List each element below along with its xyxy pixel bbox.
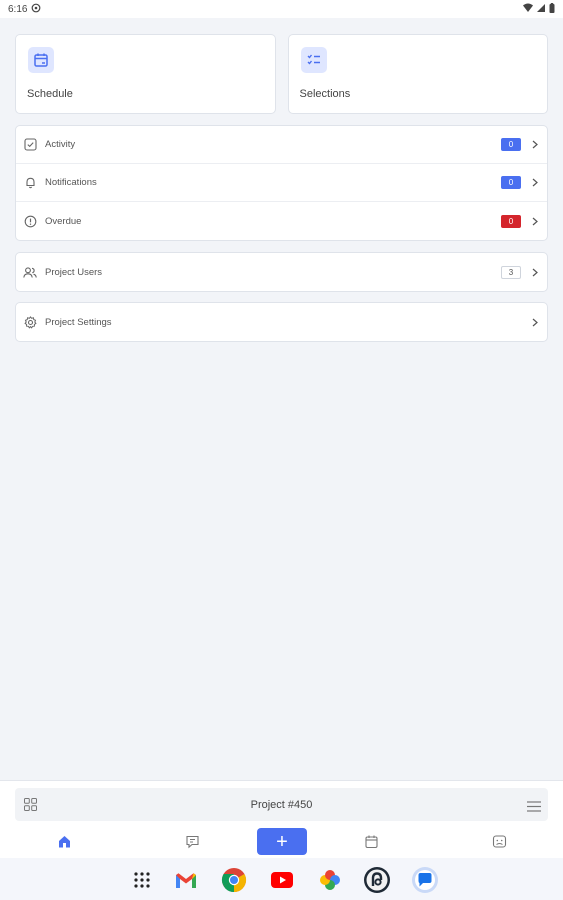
chevron-right-icon	[531, 216, 539, 226]
overdue-count-badge: 0	[501, 214, 521, 228]
activity-label: Activity	[45, 139, 76, 150]
list-item-notifications[interactable]: Notifications 0	[16, 164, 547, 202]
main-content: Schedule Selections Activity 0 Notificat…	[0, 18, 563, 780]
schedule-label: Schedule	[27, 88, 73, 100]
project-users-label: Project Users	[45, 266, 103, 278]
face-icon[interactable]	[490, 832, 508, 850]
battery-icon	[549, 2, 555, 16]
threads-icon[interactable]	[363, 866, 391, 894]
chrome-icon[interactable]	[220, 866, 248, 894]
calendar-icon[interactable]	[362, 832, 380, 850]
chevron-right-icon	[531, 267, 539, 277]
status-time: 6:16	[8, 3, 28, 15]
activity-count-badge: 0	[501, 138, 521, 151]
quick-tiles: Schedule Selections	[15, 34, 548, 114]
menu-icon[interactable]	[527, 799, 541, 817]
chevron-right-icon	[531, 317, 539, 327]
gear-icon	[23, 315, 37, 329]
notifications-label: Notifications	[45, 177, 97, 188]
checklist-icon	[300, 47, 327, 73]
chat-icon[interactable]	[183, 832, 201, 850]
selections-label: Selections	[299, 88, 351, 100]
youtube-icon[interactable]	[268, 866, 296, 894]
bell-icon	[23, 176, 37, 190]
list-item-activity[interactable]: Activity 0	[16, 126, 547, 164]
chevron-right-icon	[531, 140, 539, 150]
project-title: Project #450	[250, 798, 313, 811]
notifications-count-badge: 0	[501, 176, 521, 189]
project-bar[interactable]: Project #450	[15, 788, 548, 821]
app-drawer-icon[interactable]	[128, 866, 156, 894]
messages-icon[interactable]	[411, 866, 439, 894]
bottom-area: Project #450 +	[0, 780, 563, 858]
sync-icon	[31, 3, 41, 16]
chevron-right-icon	[531, 178, 539, 188]
calendar-icon	[28, 47, 54, 73]
project-settings-card: Project Settings	[15, 302, 548, 342]
users-count-badge: 3	[501, 265, 521, 279]
status-list: Activity 0 Notifications 0 Overdue 0	[15, 125, 548, 241]
system-dock	[0, 858, 563, 900]
list-item-project-settings[interactable]: Project Settings	[16, 303, 547, 341]
status-bar: 6:16	[0, 0, 563, 18]
list-item-project-users[interactable]: Project Users 3	[16, 253, 547, 291]
project-settings-label: Project Settings	[45, 316, 112, 328]
selections-tile[interactable]: Selections	[287, 34, 548, 114]
gmail-icon[interactable]	[172, 866, 200, 894]
grid-icon[interactable]	[24, 798, 37, 816]
check-square-icon	[23, 138, 37, 152]
list-item-overdue[interactable]: Overdue 0	[16, 202, 547, 240]
bottom-nav: +	[0, 826, 563, 856]
overdue-label: Overdue	[45, 215, 82, 227]
wifi-icon	[523, 3, 533, 15]
signal-icon	[537, 3, 545, 15]
add-button[interactable]: +	[257, 828, 307, 855]
project-users-card: Project Users 3	[15, 252, 548, 292]
schedule-tile[interactable]: Schedule	[15, 34, 276, 114]
alert-circle-icon	[23, 214, 37, 228]
home-icon[interactable]	[55, 832, 73, 850]
photos-icon[interactable]	[316, 866, 344, 894]
users-icon	[23, 265, 37, 279]
